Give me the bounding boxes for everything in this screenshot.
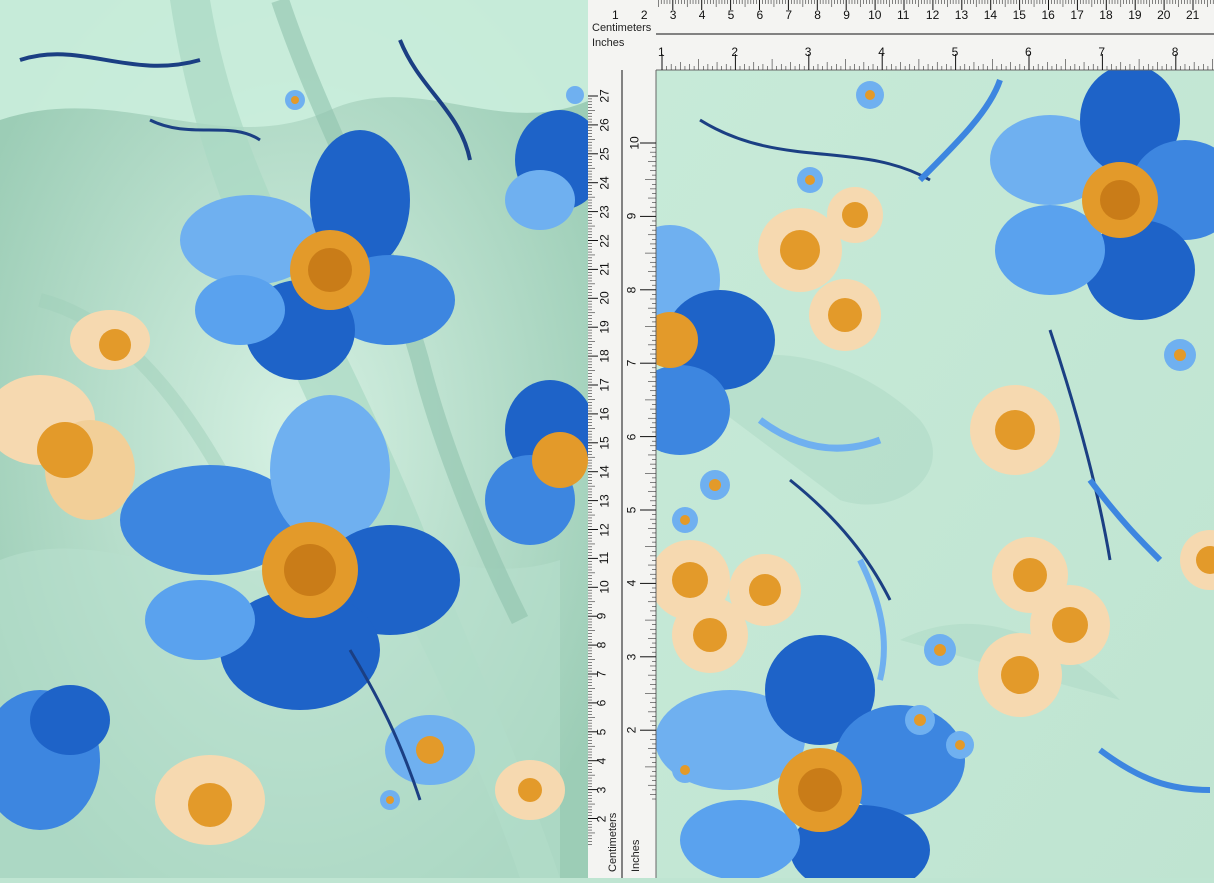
- left-cm-number: 5: [594, 728, 609, 736]
- top-cm-number: 12: [925, 8, 940, 22]
- left-cm-number: 14: [597, 465, 612, 479]
- left-cm-number: 26: [597, 118, 612, 132]
- left-inch-number: 2: [624, 726, 639, 734]
- left-cm-number: 2: [594, 815, 609, 822]
- top-inch-number: 7: [1098, 45, 1106, 59]
- left-inch-number: 8: [624, 286, 639, 294]
- left-inch-number: 9: [624, 213, 639, 220]
- left-ruler-in-unit-label: Inches: [630, 839, 642, 872]
- top-cm-number: 19: [1128, 8, 1142, 22]
- top-cm-number: 20: [1157, 8, 1171, 22]
- left-inch-number: 7: [624, 359, 639, 367]
- top-inch-number: 5: [951, 45, 959, 59]
- left-cm-number: 6: [594, 699, 609, 707]
- top-cm-number: 10: [868, 8, 882, 22]
- left-cm-number: 19: [597, 320, 612, 334]
- top-cm-number: 2: [640, 8, 648, 22]
- left-cm-number: 18: [597, 349, 612, 363]
- left-cm-number: 3: [594, 786, 609, 793]
- left-cm-number: 23: [597, 204, 612, 219]
- top-cm-number: 13: [954, 8, 969, 22]
- left-cm-number: 17: [597, 378, 612, 392]
- top-cm-number: 5: [727, 8, 735, 22]
- left-cm-number: 15: [597, 436, 612, 450]
- top-ruler-cm-unit-label: Centimeters: [592, 22, 652, 34]
- left-inch-number: 3: [624, 653, 639, 661]
- left-cm-number: 10: [597, 580, 612, 594]
- top-cm-number: 11: [897, 8, 910, 22]
- top-ruler-in-unit-label: Inches: [592, 37, 625, 49]
- top-inch-number: 3: [804, 45, 812, 59]
- top-cm-number: 14: [983, 8, 998, 22]
- left-cm-number: 24: [597, 176, 612, 190]
- top-cm-number: 15: [1012, 8, 1026, 22]
- left-cm-number: 25: [597, 147, 612, 161]
- top-inch-number: 4: [878, 45, 885, 59]
- left-cm-number: 11: [597, 552, 612, 565]
- left-cm-number: 27: [597, 89, 612, 103]
- top-cm-number: 6: [756, 8, 764, 22]
- top-cm-number: 18: [1099, 8, 1113, 22]
- left-cm-number: 22: [597, 233, 612, 248]
- left-cm-number: 21: [597, 262, 612, 277]
- left-cm-number: 20: [597, 291, 612, 305]
- left-cm-number: 13: [597, 493, 612, 508]
- top-cm-number: 7: [785, 8, 793, 22]
- top-inch-number: 1: [658, 45, 665, 59]
- top-inch-number: 2: [731, 45, 739, 59]
- top-cm-number: 1: [612, 8, 619, 22]
- left-inch-number: 10: [627, 136, 642, 150]
- top-cm-number: 4: [698, 8, 706, 22]
- fabric-photo: Centimeters Inches Centimeters Inches 12…: [0, 0, 1214, 883]
- left-inch-number: 6: [624, 433, 639, 440]
- top-inch-number: 6: [1025, 45, 1032, 59]
- left-cm-number: 12: [597, 522, 612, 537]
- left-ruler-cm-unit-label: Centimeters: [607, 812, 619, 872]
- left-cm-number: 16: [597, 407, 612, 421]
- left-inch-number: 4: [624, 580, 639, 587]
- top-cm-number: 9: [843, 8, 850, 22]
- top-inch-number: 8: [1171, 45, 1179, 59]
- top-cm-number: 21: [1186, 8, 1200, 22]
- top-cm-number: 17: [1070, 8, 1084, 22]
- left-cm-number: 8: [594, 641, 609, 649]
- left-cm-number: 7: [594, 670, 609, 678]
- left-cm-number: 4: [594, 757, 609, 765]
- left-inch-number: 5: [624, 506, 639, 514]
- top-cm-number: 3: [669, 8, 677, 22]
- left-cm-number: 9: [594, 612, 609, 620]
- top-cm-number: 16: [1041, 8, 1055, 22]
- top-cm-number: 8: [814, 8, 821, 22]
